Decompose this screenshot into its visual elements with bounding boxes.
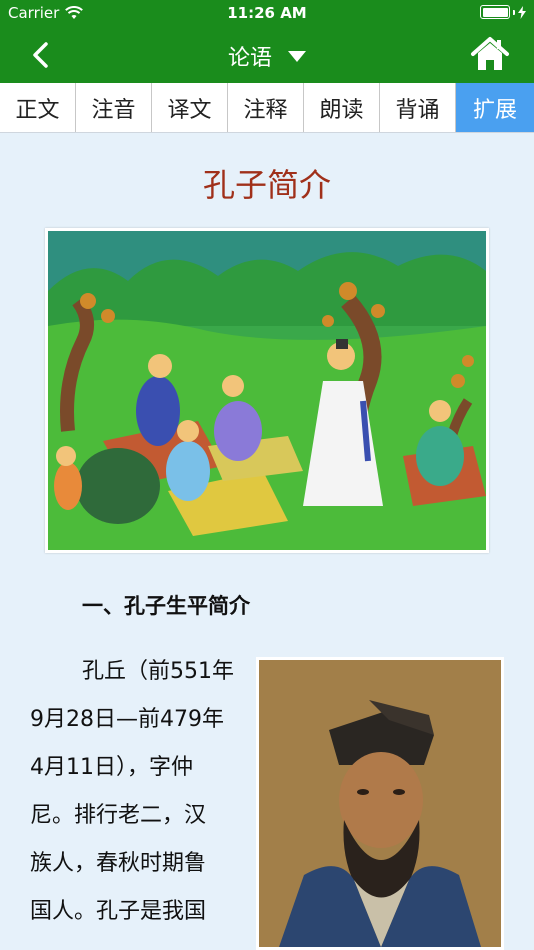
- tab-recite[interactable]: 背诵: [380, 83, 456, 132]
- confucius-portrait: [256, 657, 504, 950]
- body-line: 孔丘（前551年: [82, 659, 234, 684]
- navigation-bar: 论语: [0, 26, 534, 83]
- status-bar: Carrier 11:26 AM: [0, 0, 534, 26]
- section-tab-bar: 正文 注音 译文 注释 朗读 背诵 扩展: [0, 83, 534, 133]
- status-time: 11:26 AM: [227, 4, 307, 22]
- battery-indicator: [480, 5, 526, 19]
- body-line: 族人，春秋时期鲁: [30, 851, 207, 876]
- body-line: 国人。孔子是我国: [30, 899, 207, 924]
- dropdown-triangle-icon: [288, 50, 306, 62]
- tab-read-aloud[interactable]: 朗读: [304, 83, 380, 132]
- charging-bolt-icon: [518, 5, 526, 19]
- article-title: 孔子简介: [202, 166, 331, 204]
- section-heading: 一、孔子生平简介: [82, 594, 250, 618]
- battery-icon: [480, 5, 510, 19]
- article-body: 孔丘（前551年 9月28日—前479年 4月11日），字仲 尼。排行老二，汉 …: [30, 648, 252, 936]
- book-selector[interactable]: 论语: [0, 40, 534, 72]
- tab-main-text[interactable]: 正文: [0, 83, 76, 132]
- nav-title: 论语: [227, 46, 272, 71]
- tab-translation[interactable]: 译文: [152, 83, 228, 132]
- body-line: 尼。排行老二，汉: [30, 803, 207, 828]
- tab-pinyin[interactable]: 注音: [76, 83, 152, 132]
- home-button[interactable]: [470, 36, 510, 72]
- home-icon: [471, 37, 509, 70]
- body-line: 4月11日），字仲: [30, 755, 193, 780]
- body-line: 9月28日—前479年: [30, 707, 224, 732]
- confucius-teaching-illustration: [45, 228, 489, 553]
- tab-extension[interactable]: 扩展: [456, 83, 534, 132]
- tab-annotation[interactable]: 注释: [228, 83, 304, 132]
